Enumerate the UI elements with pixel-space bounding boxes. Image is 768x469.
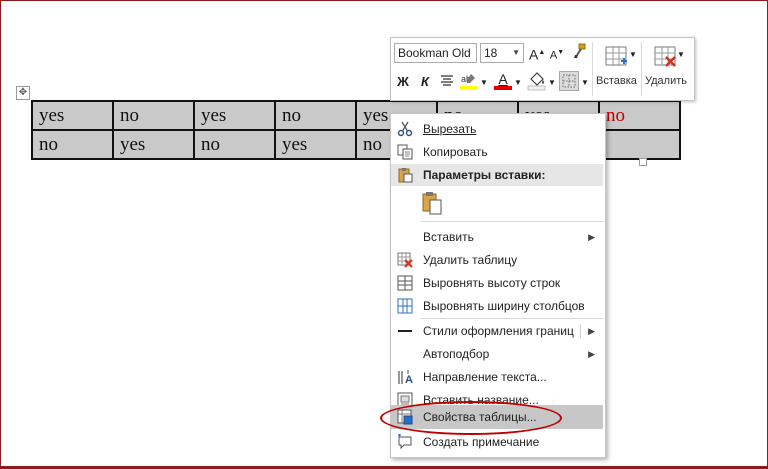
delete-table-icon[interactable] [653,44,679,75]
menu-item-label: Удалить таблицу [423,253,518,267]
menu-item-delete-table[interactable]: Удалить таблицу [391,249,603,271]
format-painter-icon[interactable] [571,43,587,64]
menu-item-label: Стили оформления границ [423,324,574,338]
grow-font-button[interactable]: A▲ [529,44,545,64]
table-cell[interactable]: yes [112,129,195,160]
context-menu: Вырезать Копировать Параметры вставки: В… [390,113,606,458]
grow-font-label: A [529,46,539,63]
menu-item-insert[interactable]: Вставить ▶ [391,226,603,248]
menu-item-label: Вставить [423,230,474,244]
table-cell[interactable]: yes [193,100,276,131]
shading-icon[interactable] [527,71,547,96]
menu-item-autofit[interactable]: Автоподбор ▶ [391,343,603,365]
borders-icon[interactable] [559,71,579,91]
table-cell[interactable]: yes [274,129,357,160]
menu-item-label: Свойства таблицы... [423,410,537,424]
menu-separator [421,221,603,222]
delete-table-icon [397,252,413,268]
italic-button[interactable]: К [418,73,432,91]
table-properties-icon [397,409,413,425]
delete-label[interactable]: Удалить [645,75,687,87]
table-cell[interactable]: no [193,129,276,160]
menu-item-distribute-rows[interactable]: Выровнять высоту строк [391,272,603,294]
paste-keep-formatting-icon[interactable] [421,191,443,215]
menu-item-copy[interactable]: Копировать [391,141,603,163]
svg-text:A: A [405,374,413,385]
chevron-down-icon[interactable]: ▼ [677,46,685,64]
menu-item-distribute-columns[interactable]: Выровнять ширину столбцов [391,295,603,317]
menu-header-paste-options: Параметры вставки: [391,164,603,186]
menu-item-text-direction[interactable]: A Направление текста... [391,366,603,388]
toolbar-divider [592,42,593,96]
insert-label[interactable]: Вставка [596,75,637,87]
align-center-icon[interactable] [439,74,455,93]
chevron-down-icon[interactable]: ▼ [548,74,556,92]
menu-item-label: Вырезать [423,122,477,136]
menu-item-table-properties[interactable]: Свойства таблицы... [391,405,603,429]
chevron-down-icon[interactable]: ▼ [480,74,488,92]
font-color-button[interactable]: A [494,71,512,90]
submenu-divider [580,324,581,338]
chevron-down-icon[interactable]: ▼ [629,46,637,64]
paste-option-keep-formatting[interactable] [391,189,603,217]
scissors-icon [397,121,413,137]
chevron-down-icon[interactable]: ▼ [581,74,589,92]
menu-item-cut[interactable]: Вырезать [391,118,603,140]
toolbar-divider [641,42,642,96]
insert-table-icon[interactable] [604,44,630,75]
table-cell[interactable] [598,129,681,160]
menu-item-label: Копировать [423,145,488,159]
chevron-down-icon[interactable]: ▼ [514,74,522,92]
table-resize-handle[interactable] [639,158,647,166]
menu-item-border-styles[interactable]: Стили оформления границ ▶ [391,320,603,342]
font-size-value: 18 [484,46,498,60]
menu-item-label: Выровнять ширину столбцов [423,299,585,313]
table-move-handle-icon[interactable]: ✥ [16,86,30,100]
copy-icon [397,144,413,160]
menu-separator [421,318,603,319]
table-cell[interactable]: no [31,129,114,160]
menu-item-new-comment[interactable]: Создать примечание [391,431,603,453]
table-cell[interactable]: no [274,100,357,131]
submenu-arrow-icon: ▶ [588,349,595,359]
font-size-box[interactable]: 18 ▼ [480,43,524,63]
text-direction-icon: A [397,369,413,386]
bold-button[interactable]: Ж [396,73,410,91]
font-name-box[interactable]: Bookman Old [394,43,477,63]
menu-item-label: Направление текста... [423,370,547,384]
submenu-arrow-icon[interactable]: ▶ [588,320,595,342]
submenu-arrow-icon: ▶ [588,232,595,242]
new-comment-icon [397,434,413,450]
menu-item-label: Автоподбор [423,347,490,361]
chevron-down-icon[interactable]: ▼ [512,44,520,62]
table-cell[interactable]: no [112,100,195,131]
paste-icon [397,167,413,183]
font-color-letter: A [498,71,508,87]
distribute-columns-icon [397,298,413,314]
menu-item-label: Создать примечание [423,435,540,449]
border-style-icon [397,323,413,339]
mini-toolbar: Bookman Old 18 ▼ A▲ A▼ Ж К ab ▼ A ▼ ▼ ▼ … [390,37,695,101]
distribute-rows-icon [397,275,413,291]
shrink-font-button[interactable]: A▼ [549,44,565,65]
table-cell[interactable]: no [598,100,681,131]
table-cell[interactable]: yes [31,100,114,131]
menu-item-label: Выровнять высоту строк [423,276,561,290]
menu-header-label: Параметры вставки: [423,168,546,182]
highlight-color-icon[interactable]: ab [459,71,479,96]
